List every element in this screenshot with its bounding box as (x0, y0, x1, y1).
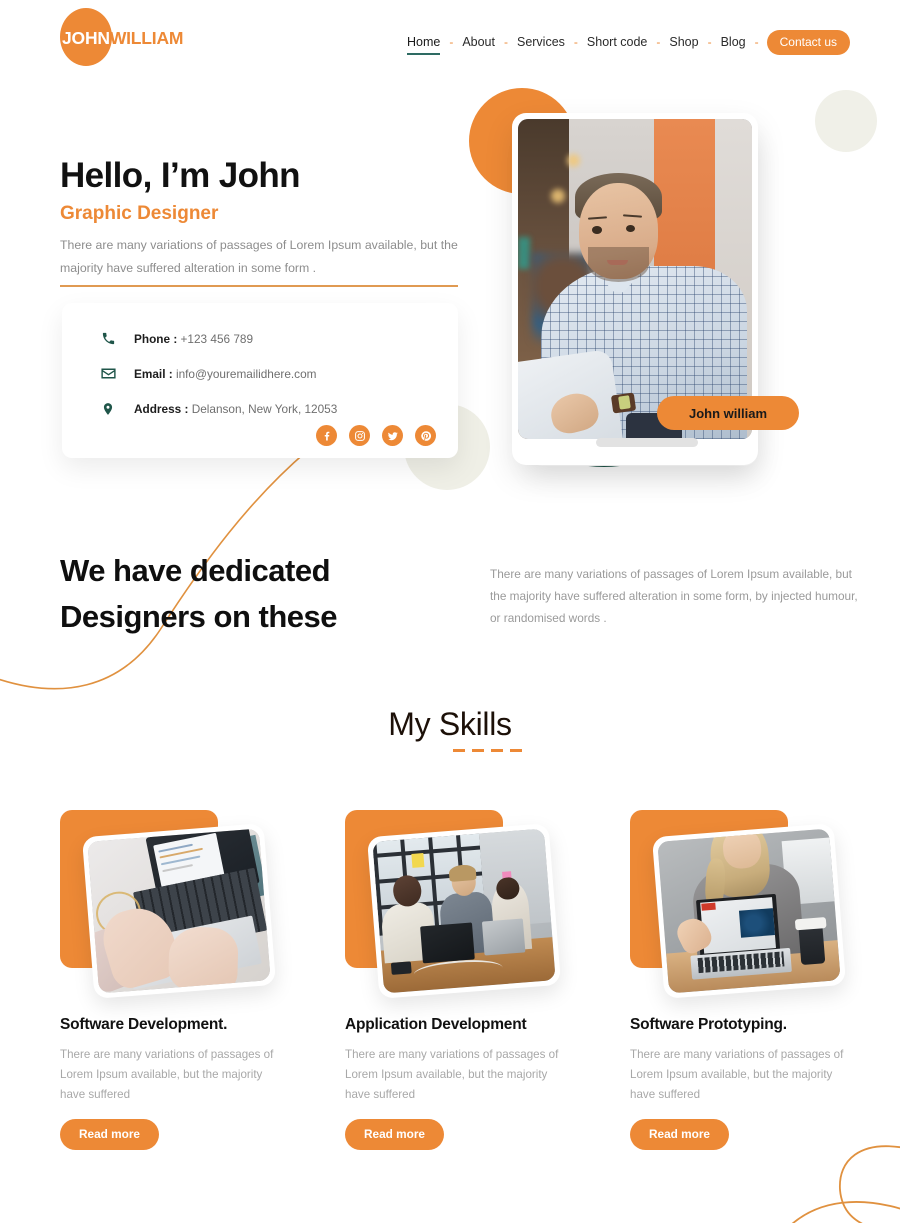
nav-item-services[interactable]: Services (508, 34, 574, 55)
dash-mark (490, 749, 503, 752)
address-value: Delanson, New York, 12053 (191, 401, 338, 416)
phone-icon (98, 331, 118, 346)
logo-word-second: WILLIAM (109, 28, 184, 48)
dedicated-section-title: We have dedicated Designers on these (60, 553, 337, 634)
contact-row-email[interactable]: Email : info@youremailidhere.com (98, 356, 432, 391)
hands-typing-on-laptop-photo (87, 828, 271, 994)
skill-card-description: There are many variations of passages of… (60, 1048, 274, 1101)
skill-card-description: There are many variations of passages of… (345, 1048, 559, 1101)
skill-card-artwork (345, 810, 570, 999)
woman-presenting-laptop-photo (657, 828, 841, 994)
address-label: Address : (134, 401, 189, 416)
pinterest-icon[interactable] (415, 425, 436, 446)
envelope-icon (98, 365, 118, 382)
nav-item-about[interactable]: About (453, 34, 504, 55)
nav-item-home[interactable]: Home (398, 34, 449, 55)
email-value: info@youremailidhere.com (175, 366, 317, 381)
skills-heading-dashes (0, 749, 900, 752)
contact-phone-text: Phone : +123 456 789 (134, 331, 253, 347)
skill-photo-frame (81, 823, 277, 999)
logo-word-first: JOHN (62, 28, 110, 48)
skill-card-title: Application Development (345, 1016, 527, 1033)
facebook-icon[interactable] (316, 425, 337, 446)
site-logo[interactable]: JOHNWILLIAM (60, 8, 270, 66)
skill-card: Application Development There are many v… (345, 810, 605, 1150)
skill-card-artwork (60, 810, 285, 999)
read-more-button[interactable]: Read more (60, 1119, 159, 1150)
hero-title: Hello, I’m John (60, 156, 301, 195)
location-pin-icon (98, 401, 118, 417)
skill-card: Software Development. There are many var… (60, 810, 320, 1150)
social-links (316, 425, 436, 446)
dash-mark (452, 749, 465, 752)
skill-card-title: Software Prototyping. (630, 1016, 787, 1033)
instagram-icon[interactable] (349, 425, 370, 446)
skill-card: Software Prototyping. There are many var… (630, 810, 890, 1150)
dash-mark (509, 749, 522, 752)
skill-photo-frame (366, 823, 562, 999)
skill-card-description: There are many variations of passages of… (630, 1048, 844, 1101)
phone-value: +123 456 789 (180, 331, 254, 346)
office-team-meeting-photo (372, 828, 556, 994)
contact-us-button[interactable]: Contact us (766, 30, 850, 55)
dash-mark (471, 749, 484, 752)
hero-divider-rule (60, 285, 458, 287)
nav-item-blog[interactable]: Blog (712, 34, 755, 55)
dedicated-section-paragraph: There are many variations of passages of… (490, 567, 858, 625)
read-more-button[interactable]: Read more (630, 1119, 729, 1150)
contact-email-text: Email : info@youremailidhere.com (134, 366, 316, 382)
nav-item-shop[interactable]: Shop (660, 34, 707, 55)
skills-section-header: My Skills (0, 703, 900, 752)
main-navigation: Home - About - Services - Short code - S… (398, 30, 850, 59)
twitter-icon[interactable] (382, 425, 403, 446)
hero-paragraph: There are many variations of passages of… (60, 238, 458, 275)
logo-text: JOHNWILLIAM (62, 28, 183, 48)
contact-info-card: Phone : +123 456 789 Email : info@yourem… (62, 303, 458, 458)
skill-photo-frame (651, 823, 847, 999)
email-label: Email : (134, 366, 173, 381)
hero-subtitle: Graphic Designer (60, 203, 219, 224)
read-more-button[interactable]: Read more (345, 1119, 444, 1150)
hero-portrait-photo (518, 119, 752, 439)
nav-separator: - (754, 35, 759, 49)
nav-item-short-code[interactable]: Short code (578, 34, 656, 55)
skill-card-artwork (630, 810, 855, 999)
hero-card-notch-bar (596, 438, 698, 447)
contact-row-phone[interactable]: Phone : +123 456 789 (98, 321, 432, 356)
skills-heading: My Skills (388, 706, 512, 742)
hero-name-badge[interactable]: John william (657, 396, 799, 430)
portfolio-landing-page: JOHNWILLIAM Home - About - Services - Sh… (0, 0, 900, 1223)
contact-row-address[interactable]: Address : Delanson, New York, 12053 (98, 391, 432, 426)
phone-label: Phone : (134, 331, 178, 346)
contact-address-text: Address : Delanson, New York, 12053 (134, 401, 337, 417)
beige-circle-decoration-top-right (815, 90, 877, 152)
skill-card-title: Software Development. (60, 1016, 228, 1033)
site-header: JOHNWILLIAM Home - About - Services - Sh… (0, 0, 900, 78)
